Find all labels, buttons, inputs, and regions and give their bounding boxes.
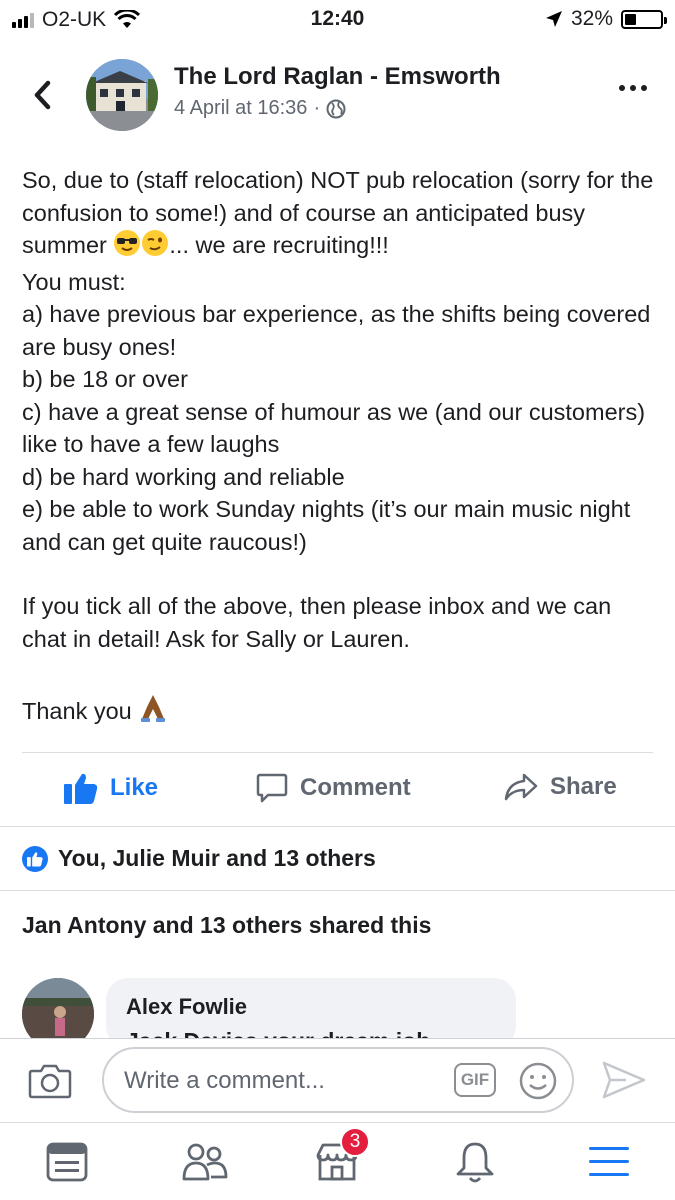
status-bar: O2-UK 12:40 32% [0,0,675,38]
comment-author[interactable]: Alex Fowlie [126,994,496,1020]
post-text-line: a) have previous bar experience, as the … [22,301,657,360]
page-name[interactable]: The Lord Raglan - Emsworth [174,63,501,91]
bottom-tab-bar: 3 [0,1122,675,1200]
post-text-line: Thank you [22,698,132,724]
share-label: Share [550,773,617,800]
like-reaction-icon [22,845,48,872]
sunglasses-emoji [113,229,141,266]
marketplace-badge: 3 [340,1127,370,1157]
post-text-line: You must: [22,268,126,295]
location-arrow-icon [545,11,562,27]
battery-level [625,13,636,25]
post-paragraph-intro: So, due to (staff relocation) NOT pub re… [22,164,662,266]
tab-menu[interactable] [584,1137,634,1187]
post-text-line: c) have a great sense of humour as we (a… [22,398,652,458]
bell-icon [456,1142,494,1183]
post-text-line: b) be 18 or over [22,366,188,392]
tab-marketplace[interactable]: 3 [312,1127,370,1187]
action-bar: Like Comment Share [0,754,675,826]
hamburger-menu-icon [589,1147,629,1176]
comment-input-placeholder: Write a comment... [124,1067,325,1094]
like-label: Like [110,774,159,801]
battery-percentage: 32% [570,7,613,30]
divider [0,826,675,827]
smiley-icon[interactable] [518,1061,558,1101]
send-icon[interactable] [602,1061,646,1099]
post-closing: Thank you [22,693,662,732]
camera-icon[interactable] [28,1063,72,1099]
comment-bubble-icon [256,773,288,803]
shares-summary[interactable]: Jan Antony and 13 others shared this [22,912,431,939]
post-header: The Lord Raglan - Emsworth 4 April at 16… [0,55,675,135]
post-text-line: ... we are recruiting!!! [169,232,389,258]
meta-separator: · [313,97,321,119]
share-arrow-icon [504,773,538,801]
back-arrow-icon[interactable] [28,75,58,115]
gif-button[interactable]: GIF [454,1063,496,1097]
comment-input[interactable]: Write a comment... GIF [102,1047,574,1113]
globe-icon [326,99,346,118]
thumbs-up-icon [64,773,98,804]
post-timestamp[interactable]: 4 April at 16:36 [174,97,307,120]
friends-icon [182,1143,228,1181]
tab-news-feed[interactable] [42,1137,92,1187]
post-meta: 4 April at 16:36 · [174,97,346,120]
more-options-icon[interactable] [619,85,647,91]
post-text-line: d) be hard working and reliable [22,463,345,490]
news-feed-icon [46,1142,88,1182]
share-button[interactable]: Share [504,772,617,802]
praying-hands-emoji [138,693,168,732]
divider [22,752,653,753]
wink-emoji [141,229,169,266]
reactions-text: You, Julie Muir and 13 others [58,845,376,871]
tab-friends[interactable] [180,1137,230,1187]
tab-notifications[interactable] [450,1137,500,1187]
like-button[interactable]: Like [64,772,158,804]
comment-button[interactable]: Comment [256,772,411,804]
battery-icon [621,9,667,29]
post-text-line: If you tick all of the above, then pleas… [22,593,618,652]
divider [0,890,675,891]
comment-composer: Write a comment... GIF [0,1038,675,1122]
post-text-line: e) be able to work Sunday nights (it’s o… [22,496,637,555]
reactions-summary[interactable]: You, Julie Muir and 13 others [22,845,376,872]
page-avatar[interactable] [86,59,158,131]
comment-label: Comment [300,774,411,801]
post-body: So, due to (staff relocation) NOT pub re… [22,164,662,732]
